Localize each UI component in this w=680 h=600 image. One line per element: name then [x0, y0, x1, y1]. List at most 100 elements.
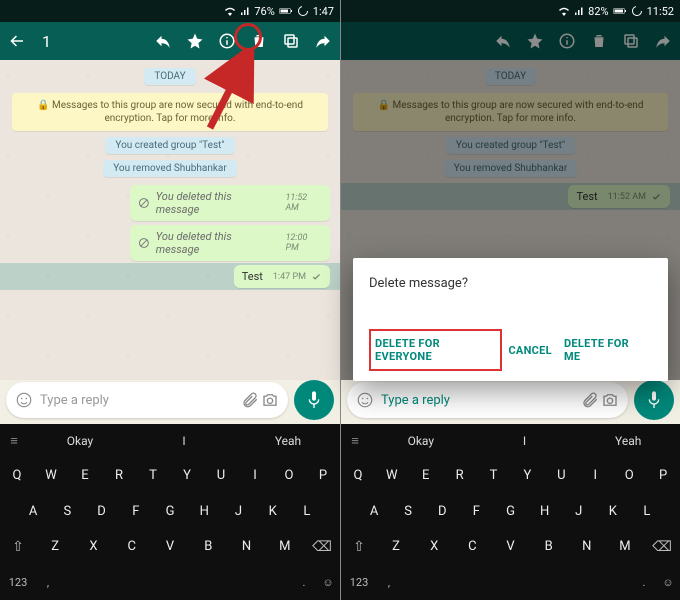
- delete-for-everyone-button[interactable]: DELETE FOR EVERYONE: [369, 329, 502, 371]
- kb-key[interactable]: B: [530, 539, 568, 554]
- emoji-icon[interactable]: [14, 390, 34, 410]
- kb-key[interactable]: Q: [341, 468, 375, 483]
- kb-key[interactable]: D: [84, 504, 118, 519]
- kb-row-1: QWERTYUIOP: [341, 458, 680, 494]
- kb-key[interactable]: D: [425, 504, 459, 519]
- kb-suggestion[interactable]: Okay: [369, 434, 473, 448]
- kb-backspace-icon[interactable]: ⌫: [304, 539, 340, 555]
- kb-key[interactable]: X: [415, 539, 453, 554]
- delete-for-me-button[interactable]: DELETE FOR ME: [558, 329, 652, 371]
- kb-suggestion[interactable]: Okay: [28, 434, 132, 448]
- kb-suggestion[interactable]: Yeah: [236, 434, 340, 448]
- attach-icon[interactable]: [580, 390, 600, 410]
- kb-key[interactable]: E: [68, 468, 102, 483]
- kb-numbers[interactable]: 123: [341, 576, 377, 589]
- kb-key[interactable]: L: [290, 504, 324, 519]
- forward-icon[interactable]: [312, 30, 334, 52]
- kb-key[interactable]: H: [187, 504, 221, 519]
- encryption-banner[interactable]: 🔒 Messages to this group are now secured…: [12, 93, 328, 131]
- kb-suggestion[interactable]: Yeah: [576, 434, 680, 448]
- keyboard[interactable]: ≡ Okay I Yeah QWERTYUIOP ASDFGHJKL ⇧ ZXC…: [0, 424, 340, 600]
- kb-key[interactable]: U: [204, 468, 238, 483]
- kb-suggestion[interactable]: I: [132, 434, 236, 448]
- kb-key[interactable]: S: [391, 504, 425, 519]
- kb-key[interactable]: O: [272, 468, 306, 483]
- kb-key[interactable]: C: [113, 539, 151, 554]
- kb-key[interactable]: F: [459, 504, 493, 519]
- kb-key[interactable]: H: [528, 504, 562, 519]
- kb-key[interactable]: R: [102, 468, 136, 483]
- kb-menu-icon[interactable]: ≡: [0, 433, 28, 449]
- kb-key[interactable]: V: [491, 539, 529, 554]
- kb-key[interactable]: Y: [511, 468, 545, 483]
- kb-menu-icon[interactable]: ≡: [341, 433, 369, 449]
- kb-suggestion[interactable]: I: [473, 434, 577, 448]
- kb-key[interactable]: I: [578, 468, 612, 483]
- info-icon[interactable]: [216, 30, 238, 52]
- kb-key[interactable]: U: [544, 468, 578, 483]
- message-time: 12:00 PM: [286, 233, 322, 253]
- kb-key[interactable]: K: [256, 504, 290, 519]
- reply-icon[interactable]: [152, 30, 174, 52]
- kb-key[interactable]: A: [16, 504, 50, 519]
- kb-key[interactable]: M: [606, 539, 644, 554]
- kb-key[interactable]: T: [136, 468, 170, 483]
- kb-key[interactable]: A: [357, 504, 391, 519]
- kb-key[interactable]: J: [221, 504, 255, 519]
- kb-comma[interactable]: ,: [377, 576, 401, 589]
- kb-period[interactable]: .: [292, 576, 316, 589]
- kb-period[interactable]: .: [632, 576, 656, 589]
- kb-key[interactable]: P: [306, 468, 340, 483]
- mic-button[interactable]: [294, 380, 334, 420]
- kb-key[interactable]: Y: [170, 468, 204, 483]
- kb-key[interactable]: C: [453, 539, 491, 554]
- kb-emoji-icon[interactable]: ☺: [316, 576, 340, 589]
- back-icon[interactable]: [6, 30, 28, 52]
- kb-key[interactable]: B: [189, 539, 227, 554]
- kb-key[interactable]: X: [74, 539, 112, 554]
- kb-key[interactable]: K: [596, 504, 630, 519]
- kb-shift-icon[interactable]: ⇧: [341, 539, 377, 555]
- kb-comma[interactable]: ,: [36, 576, 60, 589]
- camera-icon[interactable]: [600, 390, 620, 410]
- kb-key[interactable]: E: [409, 468, 443, 483]
- kb-numbers[interactable]: 123: [0, 576, 36, 589]
- kb-emoji-icon[interactable]: ☺: [656, 576, 680, 589]
- kb-key[interactable]: O: [612, 468, 646, 483]
- kb-key[interactable]: W: [34, 468, 68, 483]
- kb-key[interactable]: V: [151, 539, 189, 554]
- kb-key[interactable]: I: [238, 468, 272, 483]
- attach-icon[interactable]: [240, 390, 260, 410]
- message-row-selected[interactable]: Test 1:47 PM: [0, 263, 340, 290]
- message-input[interactable]: Type a reply: [347, 382, 628, 418]
- kb-key[interactable]: W: [375, 468, 409, 483]
- delete-icon[interactable]: [248, 30, 270, 52]
- kb-key[interactable]: N: [227, 539, 265, 554]
- kb-key[interactable]: G: [493, 504, 527, 519]
- kb-key[interactable]: T: [477, 468, 511, 483]
- camera-icon[interactable]: [260, 390, 280, 410]
- kb-key[interactable]: Z: [36, 539, 74, 554]
- star-icon[interactable]: [184, 30, 206, 52]
- keyboard[interactable]: ≡ Okay I Yeah QWERTYUIOP ASDFGHJKL ⇧ ZXC…: [341, 424, 680, 600]
- kb-key[interactable]: S: [50, 504, 84, 519]
- mic-button[interactable]: [634, 380, 674, 420]
- kb-key[interactable]: F: [119, 504, 153, 519]
- kb-key[interactable]: G: [153, 504, 187, 519]
- kb-key[interactable]: N: [568, 539, 606, 554]
- cancel-button[interactable]: CANCEL: [502, 336, 558, 365]
- kb-key[interactable]: M: [266, 539, 304, 554]
- kb-key[interactable]: Q: [0, 468, 34, 483]
- kb-key[interactable]: R: [443, 468, 477, 483]
- kb-key[interactable]: Z: [377, 539, 415, 554]
- kb-key[interactable]: L: [630, 504, 664, 519]
- kb-key[interactable]: P: [646, 468, 680, 483]
- kb-key[interactable]: J: [562, 504, 596, 519]
- kb-shift-icon[interactable]: ⇧: [0, 539, 36, 555]
- message-input[interactable]: Type a reply: [6, 382, 288, 418]
- emoji-icon[interactable]: [355, 390, 375, 410]
- copy-icon[interactable]: [280, 30, 302, 52]
- message-row[interactable]: You deleted this message 11:52 AM: [0, 183, 340, 223]
- kb-backspace-icon[interactable]: ⌫: [644, 539, 680, 555]
- message-row[interactable]: You deleted this message 12:00 PM: [0, 223, 340, 263]
